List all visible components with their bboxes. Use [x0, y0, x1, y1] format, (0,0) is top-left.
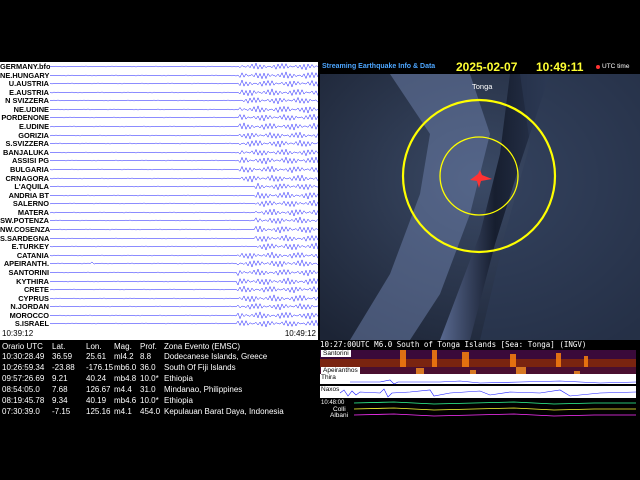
table-cell: 10.0* [140, 374, 159, 383]
header-bar: Streaming Earthquake Info & Data 2025-02… [320, 60, 640, 74]
table-cell: m4.4 [114, 385, 132, 394]
header-cell: Lat. [52, 342, 66, 351]
header-cell: Mag. [114, 342, 132, 351]
live-dot-icon [596, 65, 600, 69]
table-cell: 40.24 [86, 374, 107, 383]
table-cell: 10:30:28.49 [2, 352, 45, 361]
table-cell: 09:57:26.69 [2, 374, 45, 383]
thira-label: Thira [321, 374, 336, 381]
table-cell: 07:30:39.0 [2, 407, 40, 416]
table-cell: -176.15 [86, 363, 114, 372]
table-cell: mb4.6 [114, 396, 137, 405]
albani-label: Albani [330, 412, 349, 419]
table-cell: 454.0 [140, 407, 161, 416]
table-cell: Ethiopia [164, 374, 193, 383]
header-cell: Prof. [140, 342, 157, 351]
epicenter-map: Tonga [320, 74, 640, 340]
table-cell: m4.1 [114, 407, 132, 416]
seis-start-time: 10:39:12 [2, 329, 34, 338]
spectrogram-santorini: Santorini [320, 350, 636, 367]
stream-frame: GERMANY.bfo NE.HUNGARY U.AUSTRIA E.AUSTRIA N… [0, 60, 640, 420]
spectro-label-apeiranthos: Apeiranthos [321, 367, 360, 374]
table-cell: South Of Fiji Islands [164, 363, 236, 372]
table-cell: 25.61 [86, 352, 107, 361]
table-cell: 36.59 [52, 352, 73, 361]
header-time: 10:49:11 [536, 60, 584, 74]
map-place-label: Tonga [472, 82, 493, 91]
header-date: 2025-02-07 [456, 60, 518, 74]
naxos-trace [339, 388, 637, 398]
header-cell: Zona Evento (EMSC) [164, 342, 241, 351]
table-cell: Kepulauan Barat Daya, Indonesia [164, 407, 284, 416]
table-cell: Dodecanese Islands, Greece [164, 352, 268, 361]
header-cell: Lon. [86, 342, 102, 351]
table-cell: 36.0 [140, 363, 156, 372]
table-cell: -7.15 [52, 407, 71, 416]
event-caption: 10:27:00UTC M6.0 South of Tonga Islands … [320, 340, 640, 350]
utc-label: UTC time [602, 63, 630, 70]
colli-albani-traces [354, 401, 636, 417]
table-cell: 10.0* [140, 396, 159, 405]
multitrace-panel: Thira Naxos 10:48:00 [320, 374, 637, 420]
table-cell: 7.68 [52, 385, 68, 394]
table-cell: 08:19:45.78 [2, 396, 45, 405]
seismogram-time-axis: 10:39:12 10:49:12 [0, 328, 318, 340]
seis-end-time: 10:49:12 [284, 329, 316, 338]
header-cell: Orario UTC [2, 342, 43, 351]
table-cell: 9.34 [52, 396, 68, 405]
table-cell: 8.8 [140, 352, 152, 361]
table-cell: Ethiopia [164, 396, 193, 405]
table-cell: mb6.0 [114, 363, 137, 372]
naxos-label: Naxos [321, 386, 340, 393]
spectro-label-santorini: Santorini [321, 350, 351, 357]
table-cell: 40.19 [86, 396, 107, 405]
event-table: Orario UTC Lat. Lon. Mag. Prof. Zona Evento (… [0, 340, 318, 420]
table-cell: 125.16 [86, 407, 111, 416]
table-cell: 9.21 [52, 374, 68, 383]
table-cell: mb4.8 [114, 374, 137, 383]
table-cell: Mindanao, Philippines [164, 385, 243, 394]
seismogram-panel: GERMANY.bfo NE.HUNGARY U.AUSTRIA E.AUSTRIA N… [0, 62, 318, 340]
table-cell: 10:26:59.34 [2, 363, 45, 372]
table-cell: ml4.2 [114, 352, 134, 361]
table-cell: -23.88 [52, 363, 75, 372]
table-cell: 31.0 [140, 385, 156, 394]
table-cell: 08:54:05.0 [2, 385, 40, 394]
table-cell: 126.67 [86, 385, 111, 394]
stream-title: Streaming Earthquake Info & Data [322, 63, 436, 70]
